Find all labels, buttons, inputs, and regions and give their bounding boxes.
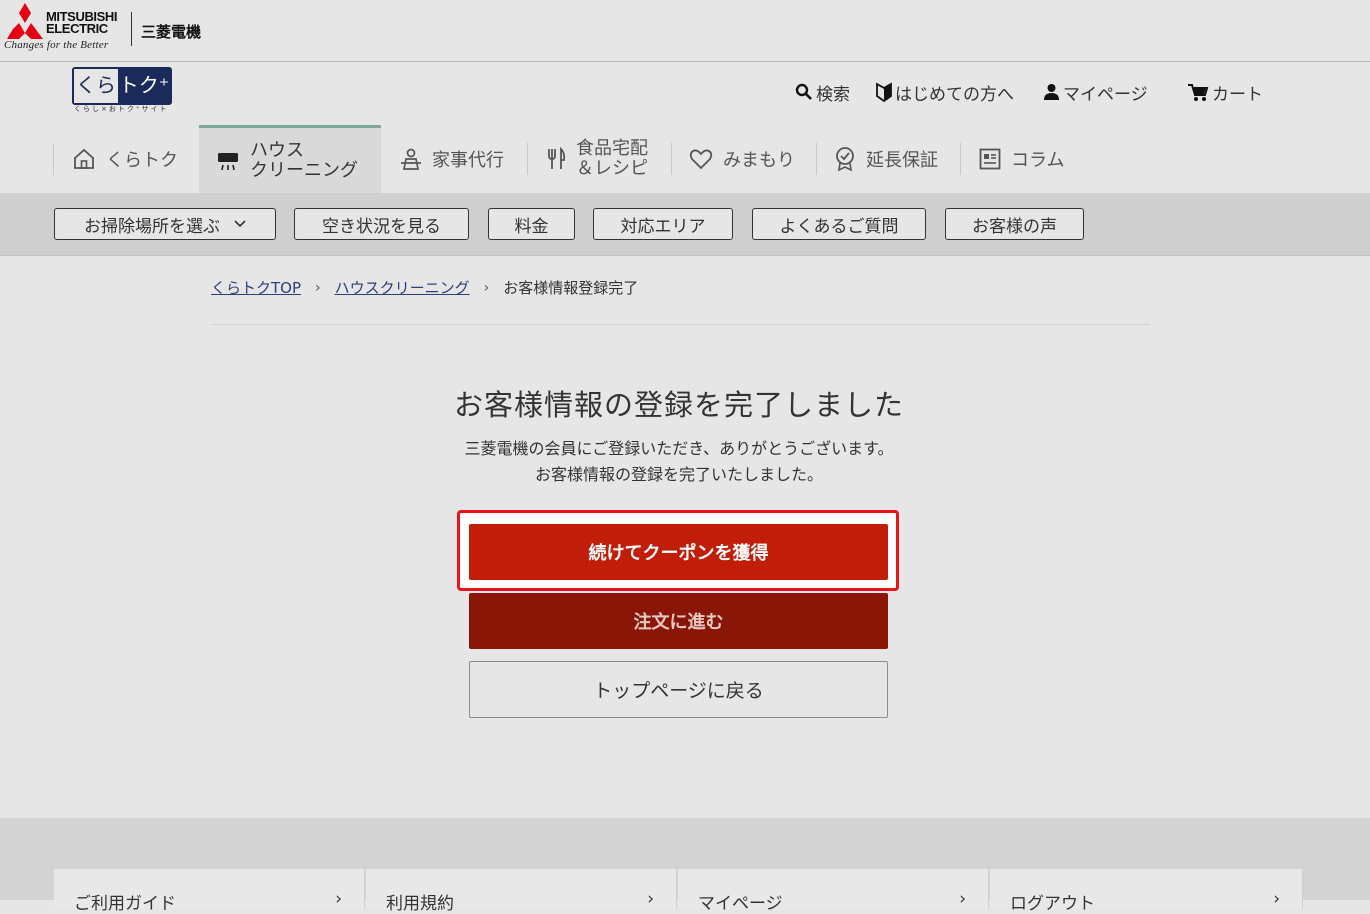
chevron-right-icon: › xyxy=(1273,889,1280,909)
cart-icon xyxy=(1188,84,1209,101)
chevron-right-icon: › xyxy=(959,889,966,909)
fork-knife-icon xyxy=(548,147,566,169)
logo-subtitle: くらし×おトク⁺サイト xyxy=(74,105,169,113)
nav-divider xyxy=(960,143,961,175)
user-icon xyxy=(1044,84,1059,100)
price-button[interactable]: 料金 xyxy=(488,208,575,240)
page-title: お客様情報の登録を完了しました xyxy=(453,388,904,422)
nav-divider xyxy=(816,143,817,175)
main-nav: くらトク ハウス クリーニング 家事代行 食品宅配 ＆レシピ みまもり 延長保証… xyxy=(0,125,1370,193)
breadcrumb-separator-icon: › xyxy=(483,279,490,296)
footer-link-logout[interactable]: ログアウト › xyxy=(990,869,1303,914)
nav-divider xyxy=(527,143,528,175)
mitsubishi-wordmark: MITSUBISHI ELECTRIC xyxy=(46,9,118,36)
search-icon xyxy=(795,83,812,100)
nav-item-housework[interactable]: 家事代行 xyxy=(400,125,504,193)
housekeeper-icon xyxy=(401,148,421,170)
nav-item-home[interactable]: くらトク xyxy=(72,125,178,193)
heart-icon xyxy=(689,149,713,170)
proceed-to-order-button[interactable]: 注文に進む xyxy=(469,593,888,649)
breadcrumb-section-link[interactable]: ハウスクリーニング xyxy=(335,277,470,298)
mypage-link[interactable]: マイページ xyxy=(1043,81,1148,105)
breadcrumb-separator-icon: › xyxy=(315,279,321,296)
choose-place-dropdown[interactable]: お掃除場所を選ぶ xyxy=(54,208,276,240)
air-conditioner-icon xyxy=(218,152,238,170)
beginner-mark-icon xyxy=(876,82,892,102)
home-icon xyxy=(74,148,94,169)
nav-item-food-delivery[interactable]: 食品宅配 ＆レシピ xyxy=(546,125,648,193)
thanks-message-line1: 三菱電機の会員にご登録いただき、ありがとうございます。 xyxy=(464,439,894,458)
chevron-down-icon xyxy=(234,220,246,228)
brand-jp-name: 三菱電機 xyxy=(141,23,202,41)
mitsubishi-diamonds-logo xyxy=(7,3,43,39)
service-sub-nav: お掃除場所を選ぶ 空き状況を見る 料金 対応エリア よくあるご質問 お客様の声 xyxy=(0,193,1370,256)
nav-divider xyxy=(53,143,54,175)
article-icon xyxy=(979,148,1001,170)
footer-link-terms[interactable]: 利用規約 › xyxy=(366,869,677,914)
content-divider xyxy=(211,324,1150,325)
availability-button[interactable]: 空き状況を見る xyxy=(294,208,469,240)
corporate-header: MITSUBISHI ELECTRIC Changes for the Bett… xyxy=(0,0,1370,62)
nav-divider xyxy=(671,143,672,175)
footer-link-guide[interactable]: ご利用ガイド › xyxy=(54,869,365,914)
nav-item-house-cleaning[interactable]: ハウス クリーニング xyxy=(199,125,381,193)
footer-link-mypage[interactable]: マイページ › xyxy=(678,869,989,914)
nav-item-column[interactable]: コラム xyxy=(979,125,1064,193)
back-to-top-button[interactable]: トップページに戻る xyxy=(469,661,888,718)
breadcrumb-current: お客様情報登録完了 xyxy=(503,279,639,297)
faq-button[interactable]: よくあるご質問 xyxy=(752,208,926,240)
chevron-right-icon: › xyxy=(647,889,654,909)
chevron-right-icon: › xyxy=(335,889,342,909)
brand-divider xyxy=(131,12,132,46)
brand-tagline: Changes for the Better xyxy=(4,39,109,51)
get-coupon-button[interactable]: 続けてクーポンを獲得 xyxy=(469,524,888,580)
first-time-link[interactable]: はじめての方へ xyxy=(876,81,1014,105)
award-badge-icon xyxy=(836,147,854,172)
breadcrumb-home-link[interactable]: くらトクTOP xyxy=(211,277,301,298)
kuratoku-logo[interactable]: くら トク⁺ xyxy=(72,67,172,105)
thanks-message-line2: お客様情報の登録を完了いたしました。 xyxy=(534,465,823,484)
nav-item-watch[interactable]: みまもり xyxy=(689,125,795,193)
area-button[interactable]: 対応エリア xyxy=(593,208,733,240)
search-link[interactable]: 検索 xyxy=(795,81,850,105)
customer-voice-button[interactable]: お客様の声 xyxy=(945,208,1084,240)
site-header: くら トク⁺ くらし×おトク⁺サイト 検索 はじめての方へ マイページ カート xyxy=(0,62,1370,126)
breadcrumb: くらトクTOP › ハウスクリーニング › お客様情報登録完了 xyxy=(211,277,638,298)
cart-link[interactable]: カート xyxy=(1187,81,1263,105)
nav-item-warranty[interactable]: 延長保証 xyxy=(834,125,938,193)
